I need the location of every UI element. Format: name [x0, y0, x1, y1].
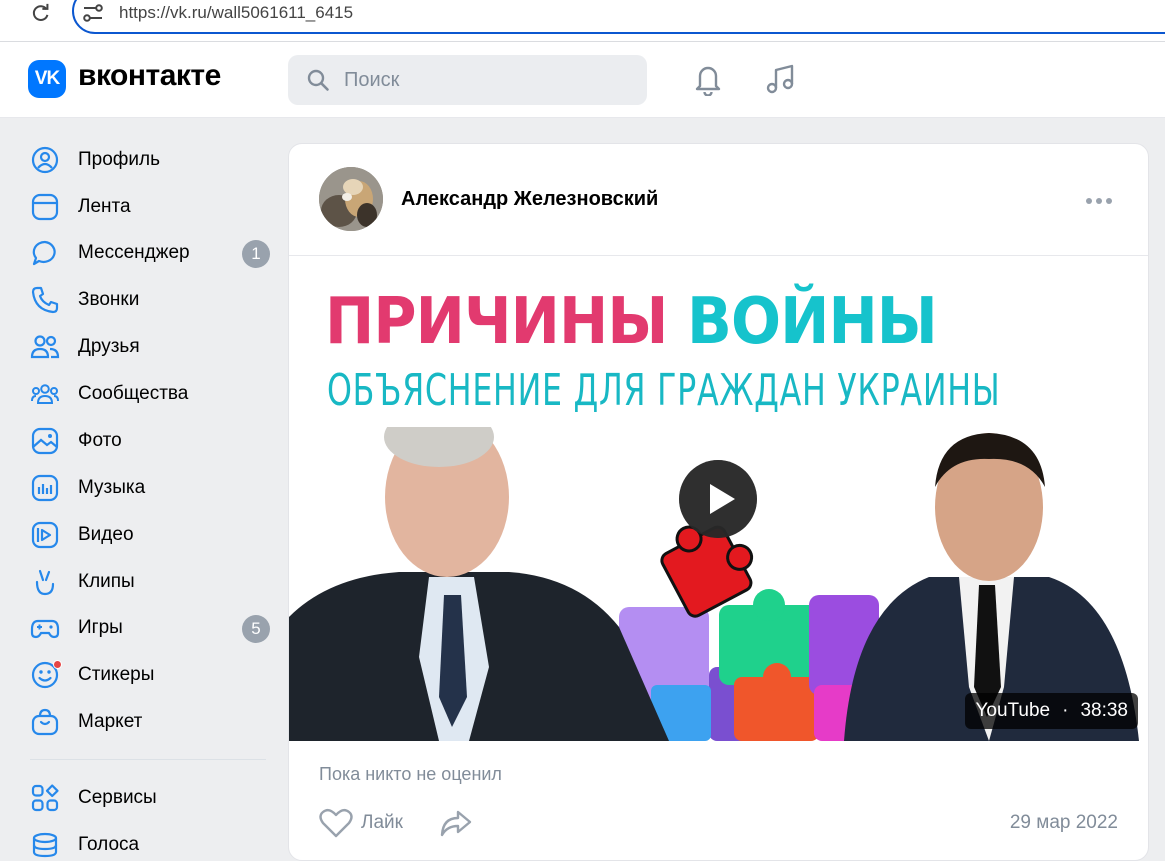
video-info-badge: YouTube · 38:38 [965, 693, 1138, 729]
votes-icon [30, 830, 60, 860]
title-word-war: ВОЙНЫ [686, 285, 938, 359]
more-options-icon[interactable] [1085, 196, 1113, 206]
post-header: Александр Железновский [289, 144, 1148, 256]
sidebar-item-label: Сообщества [78, 383, 189, 404]
vk-logo-text[interactable]: вконтакте [78, 59, 221, 93]
sidebar-item-label: Мессенджер [78, 242, 190, 263]
music-player-icon[interactable] [764, 62, 798, 96]
video-duration: 38:38 [1080, 700, 1128, 721]
sidebar-nav: Профиль Лента Мессенджер 1 Звонки Друзья… [0, 118, 280, 861]
sidebar-item-label: Звонки [78, 289, 140, 310]
post-author-name[interactable]: Александр Железновский [401, 188, 658, 211]
sidebar-item-services[interactable]: Сервисы [24, 778, 274, 818]
likes-summary: Пока никто не оценил [319, 764, 502, 784]
sidebar-item-label: Маркет [78, 711, 143, 732]
share-icon[interactable] [439, 806, 473, 840]
sidebar-item-communities[interactable]: Сообщества [24, 374, 274, 414]
title-word-causes: ПРИЧИНЫ [325, 285, 668, 359]
avatar[interactable] [319, 167, 383, 231]
sidebar-item-label: Музыка [78, 477, 146, 498]
url-text[interactable]: https://vk.ru/wall5061611_6415 [119, 3, 353, 23]
profile-icon [30, 145, 60, 175]
sidebar-item-label: Игры [78, 617, 123, 638]
video-thumbnail-subtitle: ОБЪЯСНЕНИЕ ДЛЯ ГРАЖДАН УКРАИНЫ [327, 365, 1001, 416]
market-icon [30, 707, 60, 737]
services-icon [30, 783, 60, 813]
sidebar-item-label: Стикеры [78, 664, 155, 685]
sidebar-item-music[interactable]: Музыка [24, 468, 274, 508]
sidebar-item-games[interactable]: Игры 5 [24, 608, 274, 648]
games-icon [30, 613, 60, 643]
wall-post: Александр Железновский ПРИЧИНЫ ВОЙНЫ ОБЪ… [288, 143, 1149, 861]
phone-icon [30, 285, 60, 315]
sidebar-item-profile[interactable]: Профиль [24, 140, 274, 180]
video-source: YouTube [975, 700, 1051, 721]
friends-icon [30, 332, 60, 362]
sidebar-item-label: Фото [78, 430, 122, 451]
like-label: Лайк [361, 812, 403, 833]
notification-dot [53, 660, 62, 669]
messenger-icon [30, 238, 60, 268]
sidebar-item-clips[interactable]: Клипы [24, 562, 274, 602]
games-count-badge: 5 [242, 615, 270, 643]
stickers-icon [30, 660, 62, 690]
site-header: VK вконтакте Поиск [0, 42, 1165, 118]
search-placeholder: Поиск [344, 69, 400, 91]
sidebar-divider [30, 759, 266, 760]
reload-icon[interactable] [30, 2, 52, 24]
music-icon [30, 473, 60, 503]
search-icon [307, 69, 329, 91]
unread-count-badge: 1 [242, 240, 270, 268]
search-input[interactable]: Поиск [288, 55, 647, 105]
sidebar-item-label: Друзья [78, 336, 140, 357]
sidebar-item-video[interactable]: Видео [24, 515, 274, 555]
sidebar-item-label: Профиль [78, 149, 161, 170]
sidebar-item-label: Сервисы [78, 787, 157, 808]
clips-icon [30, 567, 60, 597]
sidebar-item-photo[interactable]: Фото [24, 421, 274, 461]
photo-icon [30, 426, 60, 456]
sidebar-item-label: Видео [78, 524, 134, 545]
sidebar-item-messenger[interactable]: Мессенджер 1 [24, 233, 274, 273]
sidebar-item-calls[interactable]: Звонки [24, 280, 274, 320]
vk-logo-icon[interactable]: VK [28, 60, 66, 98]
heart-icon [319, 808, 353, 838]
browser-toolbar: https://vk.ru/wall5061611_6415 [0, 0, 1165, 42]
bell-icon[interactable] [692, 62, 724, 96]
like-button[interactable]: Лайк [319, 804, 403, 842]
sidebar-item-label: Голоса [78, 834, 140, 855]
site-settings-icon[interactable] [82, 3, 104, 23]
sidebar-item-label: Клипы [78, 571, 135, 592]
feed-icon [30, 192, 60, 222]
sidebar-item-stickers[interactable]: Стикеры [24, 655, 274, 695]
sidebar-item-friends[interactable]: Друзья [24, 327, 274, 367]
video-icon [30, 520, 60, 550]
separator: · [1062, 700, 1069, 721]
video-attachment[interactable]: ПРИЧИНЫ ВОЙНЫ ОБЪЯСНЕНИЕ ДЛЯ ГРАЖДАН УКР… [289, 257, 1148, 741]
video-thumbnail-title: ПРИЧИНЫ ВОЙНЫ [325, 285, 938, 359]
sidebar-item-market[interactable]: Маркет [24, 702, 274, 742]
communities-icon [30, 379, 60, 409]
post-date[interactable]: 29 мар 2022 [1010, 812, 1118, 834]
play-icon[interactable] [679, 460, 757, 538]
sidebar-item-feed[interactable]: Лента [24, 187, 274, 227]
sidebar-item-label: Лента [78, 196, 131, 217]
sidebar-item-votes[interactable]: Голоса [24, 825, 274, 861]
